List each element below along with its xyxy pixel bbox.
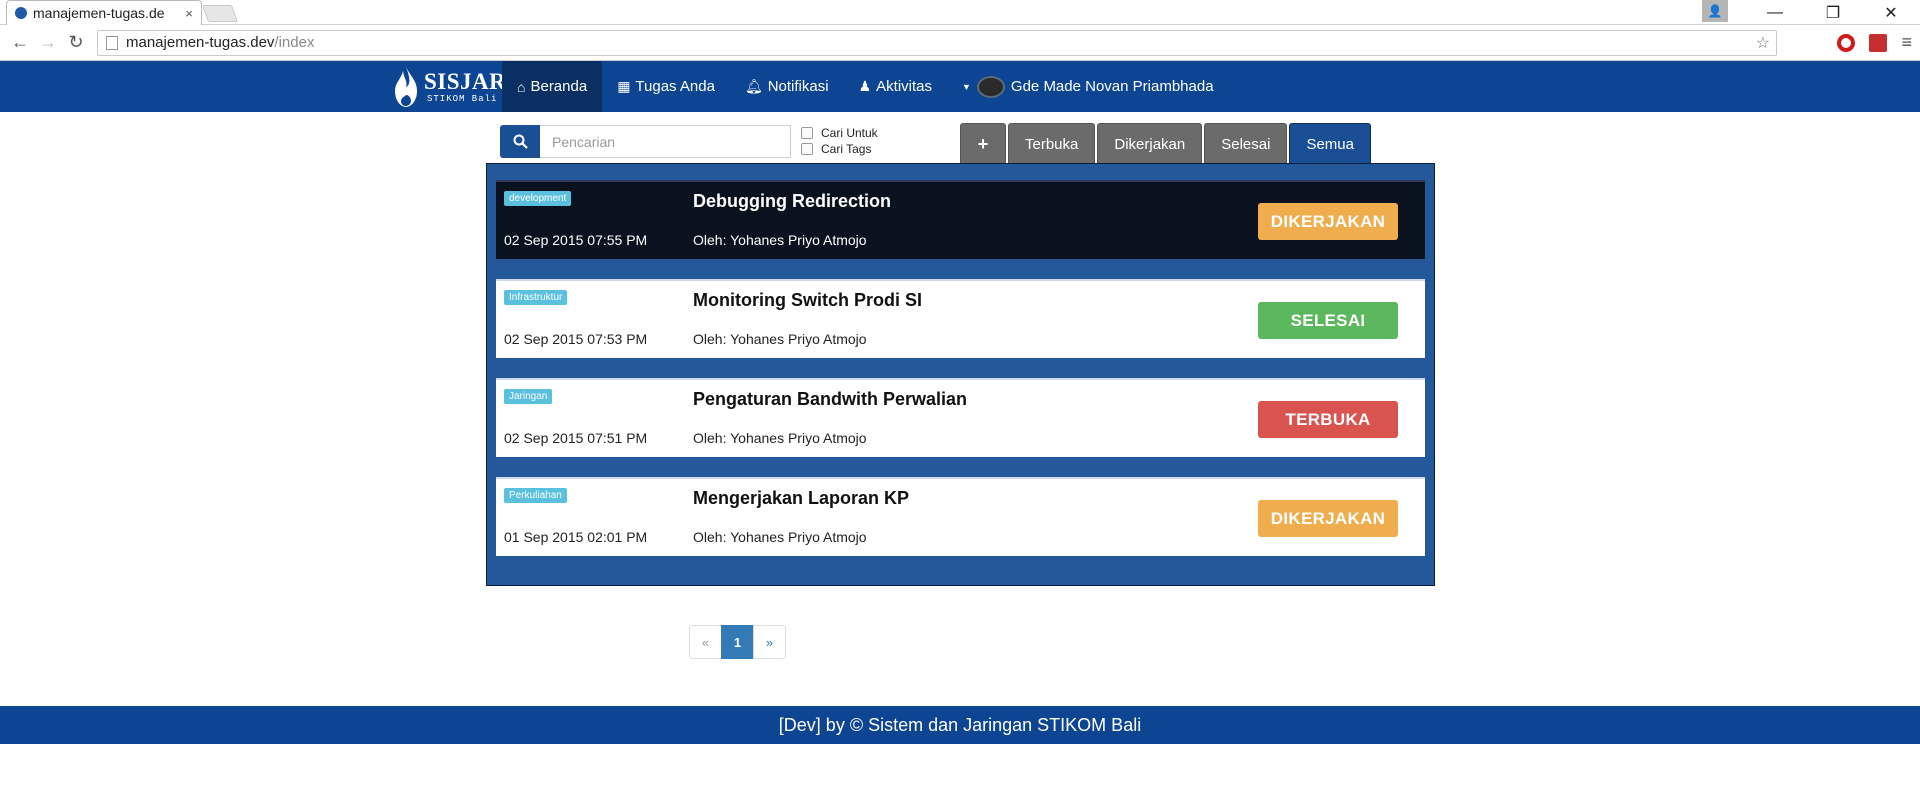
status-filter-tabs: + Terbuka Dikerjakan Selesai Semua xyxy=(960,123,1371,164)
brand-subtitle: STIKOM Bali xyxy=(427,93,498,104)
task-item[interactable]: Infrastruktur 02 Sep 2015 07:53 PM Monit… xyxy=(496,279,1425,358)
home-icon: ⌂ xyxy=(517,78,526,95)
user-dropdown[interactable]: ▼ Gde Made Novan Priambhada xyxy=(947,61,1229,112)
caret-down-icon: ▼ xyxy=(962,81,971,92)
extensions-area: ≡ xyxy=(1837,32,1912,53)
close-tab-icon[interactable]: × xyxy=(185,6,193,21)
task-date: 02 Sep 2015 07:51 PM xyxy=(504,430,648,446)
task-author: Oleh: Yohanes Priyo Atmojo xyxy=(693,529,867,545)
browser-tab[interactable]: manajemen-tugas.de × xyxy=(6,0,202,25)
task-toolbar: Cari Untuk Cari Tags + Terbuka Dikerjaka… xyxy=(0,112,1920,164)
user-icon: ♟ xyxy=(858,78,872,94)
restore-icon[interactable]: ❐ xyxy=(1804,0,1862,25)
url-path: /index xyxy=(274,34,315,51)
url-host: manajemen-tugas.dev xyxy=(126,34,275,51)
status-button[interactable]: SELESAI xyxy=(1258,302,1398,339)
status-button[interactable]: DIKERJAKAN xyxy=(1258,203,1398,240)
task-item[interactable]: development 02 Sep 2015 07:55 PM Debuggi… xyxy=(496,180,1425,259)
bell-icon: 🔔︎ xyxy=(744,78,763,94)
brand-logo[interactable]: SISJAR STIKOM Bali xyxy=(391,61,506,112)
pagination-prev[interactable]: « xyxy=(689,625,722,659)
search-icon xyxy=(513,134,528,149)
add-task-button[interactable]: + xyxy=(960,123,1006,164)
tab-semua[interactable]: Semua xyxy=(1289,123,1371,164)
search-options: Cari Untuk Cari Tags xyxy=(801,125,878,157)
task-title[interactable]: Pengaturan Bandwith Perwalian xyxy=(693,389,967,410)
nav-item-label: Notifikasi xyxy=(767,78,829,95)
task-author: Oleh: Yohanes Priyo Atmojo xyxy=(693,232,867,248)
option-cari-tags[interactable]: Cari Tags xyxy=(801,141,878,157)
reload-icon[interactable]: ↻ xyxy=(64,32,88,53)
back-arrow-icon[interactable]: ← xyxy=(8,32,32,53)
status-button[interactable]: DIKERJAKAN xyxy=(1258,500,1398,537)
nav-menu: ⌂ Beranda ▦ Tugas Anda 🔔︎ Notifikasi ♟ A… xyxy=(502,61,1229,112)
browser-tab-title: manajemen-tugas.de xyxy=(33,5,165,21)
task-date: 02 Sep 2015 07:53 PM xyxy=(504,331,648,347)
task-item[interactable]: Jaringan 02 Sep 2015 07:51 PM Pengaturan… xyxy=(496,378,1425,457)
nav-item-label: Aktivitas xyxy=(876,78,932,95)
checkbox[interactable] xyxy=(801,143,813,155)
forward-arrow-icon[interactable]: → xyxy=(36,32,60,53)
nav-item-label: Beranda xyxy=(530,78,588,95)
pagination-next[interactable]: » xyxy=(753,625,786,659)
nav-item-label: Tugas Anda xyxy=(635,78,715,95)
close-window-icon[interactable]: ✕ xyxy=(1862,0,1920,25)
task-tag[interactable]: Perkuliahan xyxy=(504,488,567,503)
checkbox[interactable] xyxy=(801,127,813,139)
browser-menu-icon[interactable]: ≡ xyxy=(1901,32,1912,53)
table-icon: ▦ xyxy=(617,78,631,94)
option-label: Cari Untuk xyxy=(821,126,878,140)
task-list: development 02 Sep 2015 07:55 PM Debuggi… xyxy=(486,163,1435,586)
nav-item-tugas-anda[interactable]: ▦ Tugas Anda xyxy=(602,61,730,112)
task-title[interactable]: Mengerjakan Laporan KP xyxy=(693,488,909,509)
page-footer: [Dev] by © Sistem dan Jaringan STIKOM Ba… xyxy=(0,706,1920,744)
address-bar[interactable]: manajemen-tugas.dev/index ☆ xyxy=(97,29,1777,56)
task-item[interactable]: Perkuliahan 01 Sep 2015 02:01 PM Mengerj… xyxy=(496,477,1425,556)
task-title[interactable]: Debugging Redirection xyxy=(693,191,891,212)
favicon-icon xyxy=(15,7,27,19)
task-author: Oleh: Yohanes Priyo Atmojo xyxy=(693,331,867,347)
task-title[interactable]: Monitoring Switch Prodi SI xyxy=(693,290,922,311)
bookmark-star-icon[interactable]: ☆ xyxy=(1756,33,1770,53)
pagination-page[interactable]: 1 xyxy=(721,625,754,659)
task-date: 01 Sep 2015 02:01 PM xyxy=(504,529,648,545)
footer-text: [Dev] by © Sistem dan Jaringan STIKOM Ba… xyxy=(778,714,1142,735)
avatar xyxy=(976,75,1005,98)
nav-item-beranda[interactable]: ⌂ Beranda xyxy=(502,61,603,112)
browser-toolbar: ← → ↻ manajemen-tugas.dev/index ☆ ≡ xyxy=(0,25,1920,61)
tab-terbuka[interactable]: Terbuka xyxy=(1008,123,1096,164)
pdf-extension-icon[interactable] xyxy=(1869,33,1888,52)
tab-selesai[interactable]: Selesai xyxy=(1204,123,1288,164)
status-button[interactable]: TERBUKA xyxy=(1258,401,1398,438)
opera-extension-icon[interactable] xyxy=(1837,33,1856,52)
task-author: Oleh: Yohanes Priyo Atmojo xyxy=(693,430,867,446)
option-label: Cari Tags xyxy=(821,142,872,156)
search-button[interactable] xyxy=(500,125,540,158)
user-name: Gde Made Novan Priambhada xyxy=(1010,78,1214,95)
nav-item-notifikasi[interactable]: 🔔︎ Notifikasi xyxy=(730,61,844,112)
pagination: « 1 » xyxy=(689,625,786,659)
task-tag[interactable]: Jaringan xyxy=(504,389,553,404)
search-input[interactable] xyxy=(540,125,791,158)
minimize-icon[interactable]: — xyxy=(1746,0,1804,25)
task-tag[interactable]: development xyxy=(504,191,572,206)
new-tab-button[interactable] xyxy=(201,5,239,22)
option-cari-untuk[interactable]: Cari Untuk xyxy=(801,125,878,141)
task-date: 02 Sep 2015 07:55 PM xyxy=(504,232,648,248)
flame-logo-icon xyxy=(395,66,417,107)
browser-tabbar: manajemen-tugas.de × 👤 — ❐ ✕ xyxy=(0,0,1920,25)
brand-name: SISJAR xyxy=(424,68,507,94)
app-navbar: SISJAR STIKOM Bali ⌂ Beranda ▦ Tugas And… xyxy=(0,61,1920,112)
nav-item-aktivitas[interactable]: ♟ Aktivitas xyxy=(844,61,947,112)
tab-dikerjakan[interactable]: Dikerjakan xyxy=(1097,123,1203,164)
profile-icon[interactable]: 👤 xyxy=(1702,0,1728,22)
page-icon xyxy=(106,35,118,50)
window-controls: 👤 — ❐ ✕ xyxy=(1702,0,1920,25)
task-tag[interactable]: Infrastruktur xyxy=(504,290,568,305)
